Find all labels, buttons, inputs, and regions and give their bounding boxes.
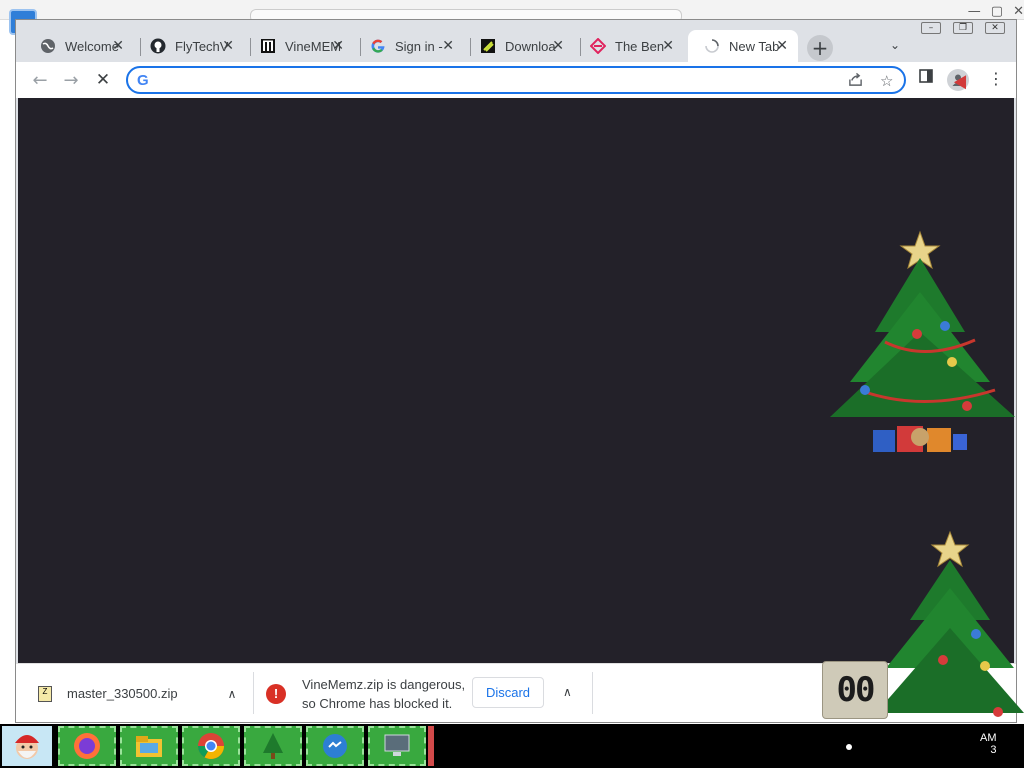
tree-icon bbox=[263, 733, 283, 759]
taskbar: AM 3 bbox=[0, 724, 1024, 768]
address-bar[interactable]: G ☆ bbox=[126, 66, 906, 94]
download-site-icon bbox=[480, 38, 496, 54]
taskbar-messenger[interactable] bbox=[306, 726, 364, 766]
clock-digits: 00 bbox=[836, 670, 876, 710]
blocked-download-item[interactable]: ! VineMemz.zip is dangerous, so Chrome h… bbox=[266, 664, 465, 722]
tab-new-tab[interactable]: New Tab ✕ bbox=[688, 30, 798, 62]
arrow-right-icon: → bbox=[63, 69, 79, 91]
tab-welcome[interactable]: Welcome ✕ bbox=[24, 30, 134, 62]
discard-button[interactable]: Discard bbox=[472, 677, 544, 708]
google-g-icon: G bbox=[137, 72, 149, 89]
close-icon[interactable]: ✕ bbox=[662, 38, 674, 54]
tab-sign-in[interactable]: Sign in - ✕ bbox=[354, 30, 464, 62]
toolbar: ← → ✕ G ☆ ⋮ bbox=[16, 62, 1016, 98]
vinememz-icon bbox=[260, 38, 276, 54]
taskbar-chrome[interactable] bbox=[182, 726, 240, 766]
chevron-down-icon: ⌄ bbox=[890, 38, 901, 52]
tab-download[interactable]: Downloa ✕ bbox=[464, 30, 574, 62]
zip-file-icon: Z bbox=[38, 685, 52, 702]
kebab-menu-icon[interactable]: ⋮ bbox=[988, 69, 1004, 88]
taskbar-firefox[interactable] bbox=[58, 726, 116, 766]
chevron-up-icon[interactable]: ∧ bbox=[228, 687, 237, 701]
tab-vinememz[interactable]: VineMEM ✕ bbox=[244, 30, 354, 62]
loading-spinner-icon bbox=[704, 38, 720, 54]
close-icon[interactable]: ✕ bbox=[776, 38, 788, 54]
christmas-tree-decoration bbox=[830, 230, 1015, 452]
warning-icon: ! bbox=[266, 683, 286, 704]
chevron-up-icon[interactable]: ∧ bbox=[563, 685, 572, 699]
close-icon[interactable]: ✕ bbox=[112, 38, 124, 54]
diamond-icon bbox=[590, 38, 606, 54]
back-button[interactable]: ← bbox=[28, 68, 52, 92]
taskbar-monitor-app[interactable] bbox=[368, 726, 426, 766]
desktop-clock-widget: 00 bbox=[822, 661, 888, 719]
chat-bubble-icon bbox=[323, 734, 347, 758]
download-item[interactable]: Z master_330500.zip ∧ bbox=[38, 664, 237, 722]
close-icon[interactable]: ✕ bbox=[442, 38, 454, 54]
close-icon[interactable]: ✕ bbox=[222, 38, 234, 54]
tab-strip: Welcome ✕ FlyTechV ✕ VineMEM ✕ Sign in - bbox=[16, 26, 1016, 62]
new-tab-button[interactable]: + bbox=[807, 35, 833, 61]
plus-icon: + bbox=[811, 36, 829, 60]
download-divider bbox=[592, 672, 593, 714]
stop-loading-button[interactable]: ✕ bbox=[91, 68, 115, 92]
taskbar-divider bbox=[428, 726, 434, 766]
tray-clock[interactable]: AM 3 bbox=[980, 732, 997, 756]
arrow-left-icon: ← bbox=[32, 69, 48, 91]
close-icon[interactable]: ✕ bbox=[332, 38, 344, 54]
forward-button[interactable]: → bbox=[59, 68, 83, 92]
download-divider bbox=[253, 672, 254, 714]
taskbar-file-explorer[interactable] bbox=[120, 726, 178, 766]
folder-icon bbox=[136, 736, 162, 757]
address-input[interactable] bbox=[158, 71, 838, 89]
firefox-icon bbox=[74, 733, 100, 759]
start-button[interactable] bbox=[2, 726, 52, 766]
blocked-download-message: VineMemz.zip is dangerous, so Chrome has… bbox=[302, 675, 465, 713]
taskbar-christmas-tree-app[interactable] bbox=[244, 726, 302, 766]
tab-the-ben[interactable]: The Ben ✕ bbox=[574, 30, 684, 62]
globe-icon bbox=[40, 38, 56, 54]
tab-search-button[interactable]: ⌄ bbox=[890, 38, 900, 52]
santa-icon bbox=[15, 735, 39, 759]
monitor-icon bbox=[384, 734, 410, 756]
tray-dot-icon bbox=[846, 744, 852, 750]
side-panel-icon[interactable] bbox=[919, 69, 933, 87]
close-icon[interactable]: ✕ bbox=[552, 38, 564, 54]
warning-line-2: so Chrome has blocked it. bbox=[302, 695, 453, 711]
tab-flytechv[interactable]: FlyTechV ✕ bbox=[134, 30, 244, 62]
github-icon bbox=[150, 38, 166, 54]
tray-clock-ampm: AM bbox=[980, 732, 997, 744]
share-icon[interactable] bbox=[848, 72, 863, 91]
tray-clock-digit: 3 bbox=[990, 744, 997, 756]
download-filename: master_330500.zip bbox=[67, 686, 178, 701]
google-icon bbox=[370, 38, 386, 54]
warning-line-1: VineMemz.zip is dangerous, bbox=[302, 676, 466, 692]
stop-icon: ✕ bbox=[95, 70, 111, 90]
chrome-icon bbox=[197, 733, 225, 760]
bookmark-star-icon[interactable]: ☆ bbox=[880, 72, 893, 90]
